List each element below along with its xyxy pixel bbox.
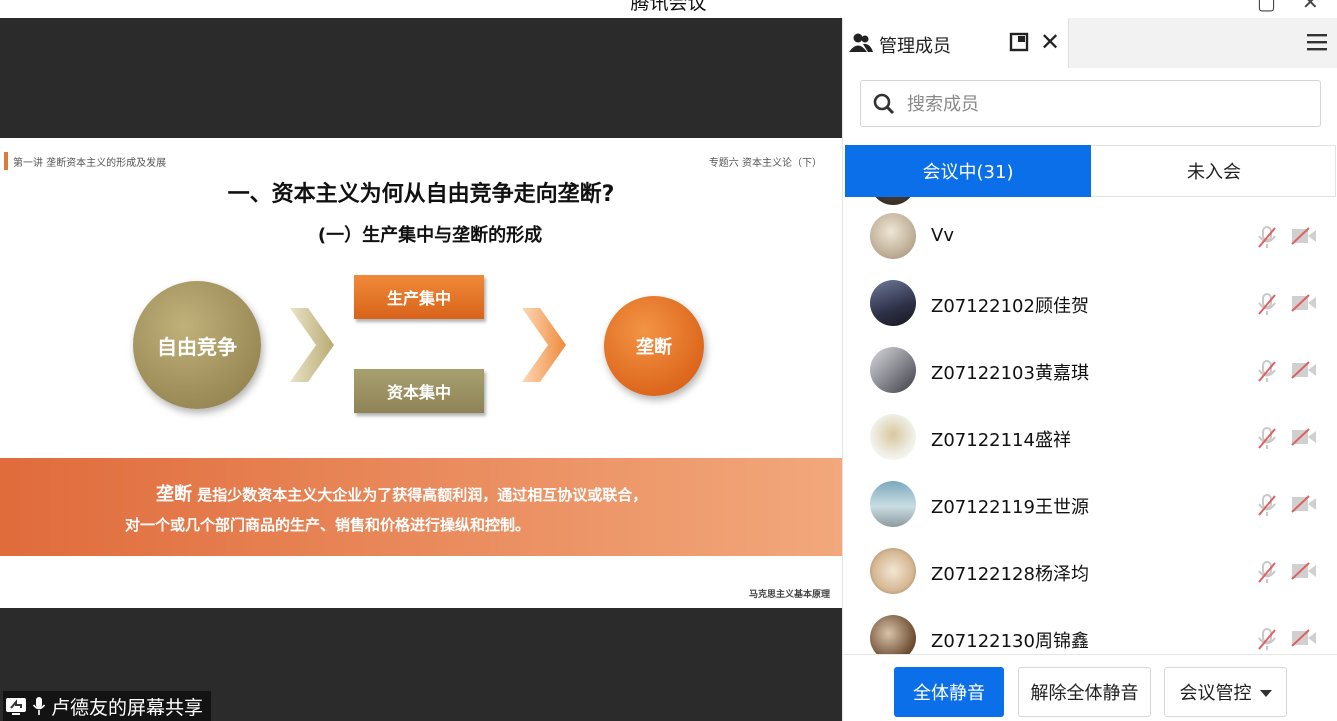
list-item[interactable]: Z07122103黄嘉琪 bbox=[843, 337, 1337, 404]
avatar bbox=[870, 414, 916, 460]
chevron-right-icon bbox=[290, 308, 334, 382]
camera-off-icon[interactable] bbox=[1291, 227, 1317, 249]
camera-off-icon[interactable] bbox=[1291, 361, 1317, 383]
definition-band: 垄断 是指少数资本主义大企业为了获得高额利润，通过相互协议或联合， 对一个或几个… bbox=[0, 458, 842, 556]
member-name: Vv bbox=[931, 225, 954, 246]
meeting-control-label: 会议管控 bbox=[1179, 683, 1252, 704]
title-bar: 腾讯会议 ▢ ✕ bbox=[0, 0, 1337, 18]
slide-title: 一、资本主义为何从自由竞争走向垄断? bbox=[227, 182, 615, 207]
list-item[interactable]: Z07122114盛祥 bbox=[843, 404, 1337, 471]
avatar bbox=[870, 548, 916, 594]
camera-off-icon[interactable] bbox=[1291, 428, 1317, 450]
restore-icon[interactable]: ▢ bbox=[1257, 0, 1276, 14]
panel-tab-bar: 管理成员 ✕ bbox=[843, 18, 1337, 68]
screen-share-area: 第一讲 垄断资本主义的形成及发展 专题六 资本主义论（下） 一、资本主义为何从自… bbox=[0, 18, 842, 721]
menu-icon[interactable] bbox=[1306, 32, 1328, 56]
camera-off-icon[interactable] bbox=[1291, 495, 1317, 517]
chevron-right-icon bbox=[522, 308, 566, 382]
mic-muted-icon[interactable] bbox=[1256, 225, 1278, 253]
tab-in-meeting[interactable]: 会议中(31) bbox=[845, 145, 1091, 197]
mute-all-button[interactable]: 全体静音 bbox=[894, 667, 1004, 717]
screen-share-label: 卢德友的屏幕共享 bbox=[3, 691, 212, 721]
window-title: 腾讯会议 bbox=[630, 0, 707, 14]
camera-off-icon[interactable] bbox=[1291, 629, 1317, 651]
caret-down-icon bbox=[1259, 682, 1272, 703]
capital-concentration-label: 资本集中 bbox=[386, 383, 451, 402]
slide-header-right: 专题六 资本主义论（下） bbox=[708, 158, 822, 169]
list-item[interactable]: Z07122128杨泽均 bbox=[843, 538, 1337, 605]
list-item[interactable]: Z07122130周锦鑫 bbox=[843, 605, 1337, 654]
avatar bbox=[870, 213, 916, 259]
mic-muted-icon[interactable] bbox=[1256, 560, 1278, 588]
mic-muted-icon[interactable] bbox=[1256, 359, 1278, 387]
member-status-tabs: 会议中(31) 未入会 bbox=[845, 145, 1336, 197]
list-item[interactable]: Z07122119王世源 bbox=[843, 471, 1337, 538]
definition-keyword: 垄断 bbox=[156, 484, 192, 505]
mic-muted-icon[interactable] bbox=[1256, 493, 1278, 521]
monopoly-circle: 垄断 bbox=[604, 296, 704, 396]
mic-muted-icon[interactable] bbox=[1256, 627, 1278, 654]
member-panel: 管理成员 ✕ 会议中(31) 未入会 bbox=[842, 18, 1337, 721]
slide-subtitle: (一）生产集中与垄断的形成 bbox=[317, 225, 543, 246]
avatar bbox=[870, 615, 916, 654]
member-name: Z07122102顾佳贺 bbox=[931, 296, 1089, 317]
list-item[interactable]: Z07122102顾佳贺 bbox=[843, 270, 1337, 337]
camera-off-icon[interactable] bbox=[1291, 562, 1317, 584]
mic-muted-icon[interactable] bbox=[1256, 292, 1278, 320]
meeting-window: 腾讯会议 ▢ ✕ 第一讲 垄断资本主义的形成及发展 专题六 资本主义论（下） 一… bbox=[0, 0, 1337, 721]
tab-manage-members-label: 管理成员 bbox=[879, 36, 951, 57]
definition-line-1: 垄断 是指少数资本主义大企业为了获得高额利润，通过相互协议或联合， bbox=[156, 480, 647, 506]
member-search[interactable] bbox=[860, 80, 1321, 127]
panel-bottom-bar: 全体静音 解除全体静音 会议管控 bbox=[843, 654, 1337, 721]
close-window-icon[interactable]: ✕ bbox=[1302, 0, 1319, 14]
members-icon bbox=[849, 33, 873, 57]
definition-line-2: 对一个或几个部门商品的生产、销售和价格进行操纵和控制。 bbox=[125, 516, 531, 534]
presentation-slide: 第一讲 垄断资本主义的形成及发展 专题六 资本主义论（下） 一、资本主义为何从自… bbox=[0, 138, 842, 608]
camera-off-icon[interactable] bbox=[1291, 294, 1317, 316]
popout-icon[interactable] bbox=[1009, 32, 1029, 56]
slide-header-accent bbox=[4, 152, 8, 170]
slide-footer: 马克思主义基本原理 bbox=[748, 590, 830, 600]
member-list: Vv Z07122102顾佳贺 Z07122103黄嘉琪 Z07122114盛祥 bbox=[843, 197, 1337, 654]
avatar bbox=[870, 347, 916, 393]
mic-muted-icon[interactable] bbox=[1256, 426, 1278, 454]
search-icon bbox=[873, 93, 895, 119]
slide-header-left: 第一讲 垄断资本主义的形成及发展 bbox=[13, 158, 167, 169]
member-name: Z07122103黄嘉琪 bbox=[931, 363, 1089, 384]
member-name: Z07122130周锦鑫 bbox=[931, 631, 1089, 652]
production-concentration-box: 生产集中 bbox=[354, 275, 484, 319]
tab-manage-members[interactable]: 管理成员 ✕ bbox=[843, 18, 1069, 68]
microphone-icon bbox=[32, 696, 46, 716]
unmute-all-button[interactable]: 解除全体静音 bbox=[1018, 667, 1151, 717]
list-item[interactable]: Vv bbox=[843, 203, 1337, 270]
monopoly-label: 垄断 bbox=[636, 337, 672, 358]
avatar bbox=[870, 280, 916, 326]
free-competition-label: 自由竞争 bbox=[157, 334, 237, 359]
screen-share-icon bbox=[5, 696, 27, 716]
tab-not-joined[interactable]: 未入会 bbox=[1091, 145, 1337, 197]
member-name: Z07122128杨泽均 bbox=[931, 564, 1089, 585]
production-concentration-label: 生产集中 bbox=[386, 289, 451, 308]
member-name: Z07122114盛祥 bbox=[931, 430, 1071, 451]
screen-share-text: 卢德友的屏幕共享 bbox=[51, 696, 204, 719]
free-competition-circle: 自由竞争 bbox=[133, 281, 261, 409]
member-name: Z07122119王世源 bbox=[931, 497, 1089, 518]
capital-concentration-box: 资本集中 bbox=[354, 369, 484, 413]
avatar bbox=[870, 481, 916, 527]
definition-text-1: 是指少数资本主义大企业为了获得高额利润，通过相互协议或联合， bbox=[197, 486, 648, 504]
meeting-control-button[interactable]: 会议管控 bbox=[1164, 667, 1287, 717]
close-panel-icon[interactable]: ✕ bbox=[1040, 28, 1060, 56]
search-input[interactable] bbox=[907, 89, 1307, 119]
